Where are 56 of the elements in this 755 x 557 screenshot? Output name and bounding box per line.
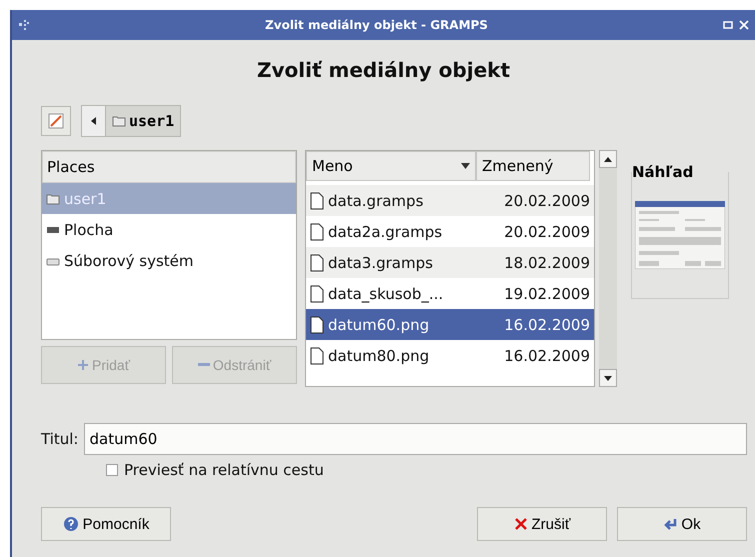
file-name: data.gramps [328, 192, 424, 210]
back-arrow-button[interactable] [82, 106, 106, 136]
close-icon[interactable] [739, 20, 749, 30]
up-arrow-icon [604, 156, 612, 162]
file-icon [310, 316, 324, 334]
scroll-down-button[interactable] [599, 369, 617, 387]
path-segment[interactable]: user1 [106, 106, 180, 136]
modified-date: 16.02.2009 [503, 316, 591, 334]
enter-arrow-icon [663, 518, 678, 530]
file-row[interactable]: datum60.png 16.02.2009 [306, 309, 594, 340]
modified-date: 20.02.2009 [503, 192, 591, 210]
sort-caret-icon [461, 163, 470, 169]
left-arrow-icon [91, 117, 96, 125]
scroll-up-button[interactable] [599, 150, 617, 168]
folder-icon [46, 192, 60, 204]
file-name: data2a.gramps [328, 222, 442, 240]
cancel-icon [514, 517, 528, 531]
file-icon [310, 192, 324, 210]
pencil-icon [48, 113, 64, 129]
file-icon [310, 346, 324, 364]
help-button[interactable]: Pomocník [41, 507, 171, 541]
title-label: Titul: [41, 430, 78, 448]
minus-icon [198, 363, 210, 367]
window-menu-icon [18, 19, 30, 31]
file-name: datum60.png [328, 316, 430, 334]
down-arrow-icon [604, 376, 612, 380]
file-icon [310, 254, 324, 272]
modified-date: 16.02.2009 [503, 346, 591, 364]
modified-date: 20.02.2009 [503, 222, 591, 240]
file-row[interactable]: data.gramps 20.02.2009 [306, 185, 594, 216]
help-icon [62, 516, 79, 532]
column-header[interactable]: Meno [306, 151, 476, 181]
scrollbar[interactable] [599, 150, 617, 387]
column-header[interactable]: Places [42, 151, 296, 183]
file-name: data3.gramps [328, 254, 433, 272]
checkbox[interactable] [106, 464, 118, 476]
modified-date: 18.02.2009 [503, 254, 591, 272]
plus-icon [77, 359, 90, 371]
place-item[interactable]: Plocha [42, 214, 296, 245]
file-icon [310, 284, 324, 302]
file-name: data_skusob_... [328, 284, 444, 302]
folder-icon [112, 115, 126, 127]
file-name: datum80.png [328, 346, 430, 364]
file-icon [310, 222, 324, 240]
dialog-heading: Zvoliť mediálny objekt [256, 58, 512, 82]
edit-location-button[interactable] [41, 106, 71, 136]
ok-button[interactable]: Ok [617, 507, 747, 541]
window-title: Zvolit mediálny objekt - GRAMPS [264, 18, 489, 32]
file-row[interactable]: data3.gramps 18.02.2009 [306, 247, 594, 278]
place-item[interactable]: Súborový systém [42, 245, 296, 276]
column-header[interactable]: Zmenený [476, 151, 590, 181]
cancel-button[interactable]: Zrušiť [477, 507, 607, 541]
checkbox-label: Previesť na relatívnu cestu [124, 461, 324, 479]
title-input[interactable]: datum60 [84, 423, 747, 455]
maximize-icon[interactable] [723, 20, 733, 30]
modified-date: 19.02.2009 [503, 284, 591, 302]
